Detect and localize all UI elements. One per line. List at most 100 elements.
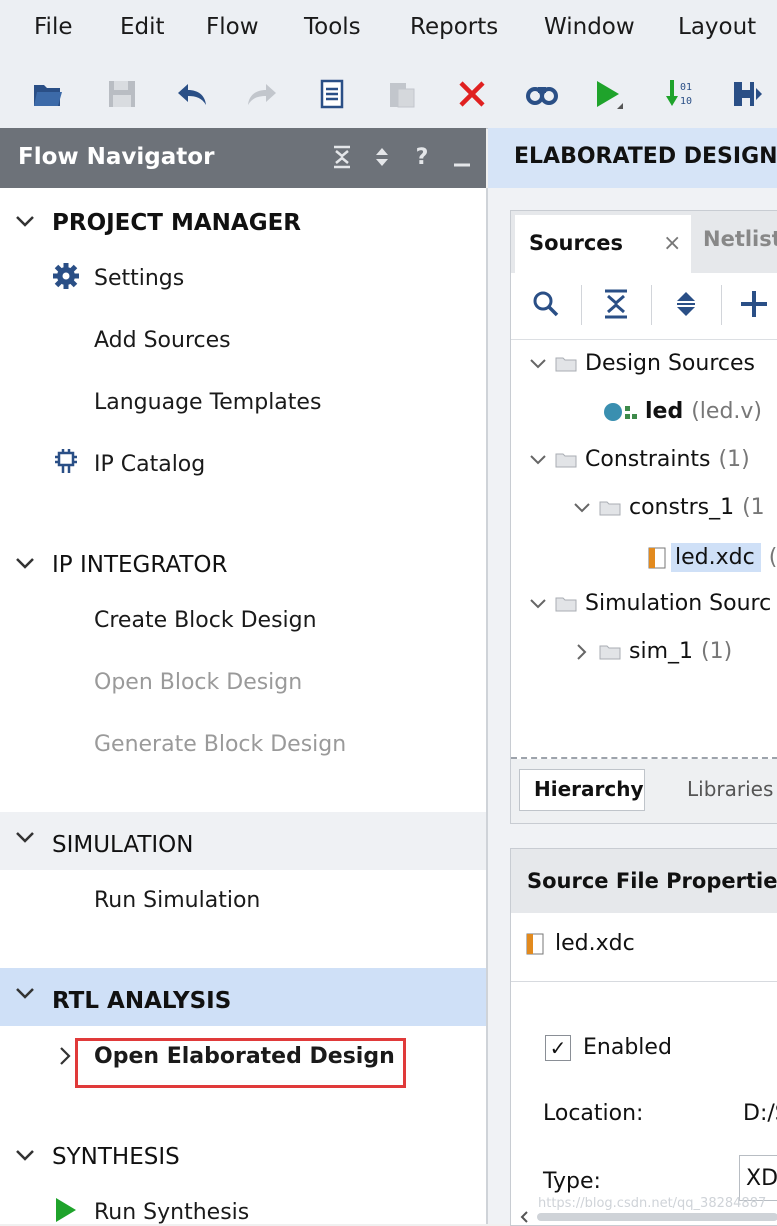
- elaborated-design-area: ELABORATED DESIGN - Sources × Netlist De…: [488, 128, 777, 1226]
- delete-icon[interactable]: [454, 76, 490, 112]
- section-project-manager[interactable]: PROJECT MANAGER: [0, 196, 486, 254]
- nav-generate-block-design[interactable]: Generate Block Design: [94, 732, 346, 757]
- paste-icon[interactable]: [384, 76, 420, 112]
- constraint-file-icon: [648, 547, 666, 568]
- folder-icon: [555, 597, 577, 611]
- tree-label: constrs_1: [629, 495, 735, 520]
- menu-window[interactable]: Window: [544, 14, 635, 40]
- copy-icon[interactable]: [314, 76, 350, 112]
- tree-led-module[interactable]: led (led.v): [603, 399, 762, 424]
- chevron-down-icon[interactable]: [14, 1144, 36, 1166]
- chevron-right-icon[interactable]: [58, 1046, 72, 1066]
- flow-navigator-header: Flow Navigator ?: [0, 128, 486, 188]
- chevron-down-icon[interactable]: [14, 982, 36, 1004]
- add-icon[interactable]: [737, 287, 771, 321]
- properties-title: Source File Properties: [527, 869, 777, 893]
- section-synthesis[interactable]: SYNTHESIS: [0, 1130, 486, 1188]
- ip-catalog-icon: [55, 449, 77, 473]
- watermark: https://blog.csdn.net/qq_38284887: [538, 1196, 767, 1211]
- nav-ip-catalog[interactable]: IP Catalog: [94, 452, 205, 477]
- properties-file: led.xdc: [525, 931, 635, 956]
- properties-header: Source File Properties: [511, 849, 777, 913]
- sort-icon[interactable]: 01 10: [662, 76, 698, 112]
- tree-label: sim_1: [629, 639, 694, 664]
- help-icon[interactable]: ?: [410, 142, 434, 172]
- nav-create-block-design[interactable]: Create Block Design: [94, 608, 317, 633]
- menu-edit[interactable]: Edit: [120, 14, 165, 40]
- collapse-all-icon[interactable]: [599, 287, 633, 321]
- tree-constrs-1[interactable]: constrs_1 (1: [573, 495, 765, 520]
- search-icon[interactable]: [529, 287, 563, 321]
- tree-label: Design Sources: [585, 351, 755, 376]
- section-title: SIMULATION: [52, 832, 194, 858]
- tree-sim-1[interactable]: sim_1 (1): [573, 639, 732, 664]
- tab-sources[interactable]: Sources ×: [515, 215, 691, 273]
- expand-all-icon[interactable]: [669, 287, 703, 321]
- menu-flow[interactable]: Flow: [206, 14, 259, 40]
- find-icon[interactable]: [524, 76, 560, 112]
- expand-all-icon[interactable]: [370, 142, 394, 172]
- menu-layout[interactable]: Layout: [678, 14, 756, 40]
- chevron-down-icon[interactable]: [529, 355, 547, 373]
- type-field[interactable]: XD: [739, 1155, 777, 1201]
- tree-label: led: [645, 399, 684, 424]
- tree-label: Simulation Sourc: [585, 591, 772, 616]
- nav-add-sources[interactable]: Add Sources: [94, 328, 231, 353]
- tab-netlist[interactable]: Netlist: [703, 227, 777, 251]
- folder-icon: [599, 645, 621, 659]
- sources-panel: Sources × Netlist Design Sources led (le…: [510, 210, 777, 824]
- tree-count: (1): [701, 639, 733, 664]
- section-title: SYNTHESIS: [52, 1144, 180, 1170]
- nav-language-templates[interactable]: Language Templates: [94, 390, 321, 415]
- tree-suffix: (: [768, 545, 777, 570]
- highlight-box: [75, 1038, 406, 1088]
- sources-tabs: Sources × Netlist: [511, 211, 777, 273]
- nav-open-block-design[interactable]: Open Block Design: [94, 670, 302, 695]
- redo-icon[interactable]: [244, 76, 280, 112]
- minimize-icon[interactable]: [450, 142, 474, 172]
- tree-count: (1: [742, 495, 765, 520]
- sources-bottom-tabs: Hierarchy Libraries: [511, 759, 777, 823]
- enabled-checkbox[interactable]: ✓: [545, 1035, 571, 1061]
- nav-settings[interactable]: Settings: [94, 266, 184, 291]
- menu-tools[interactable]: Tools: [304, 14, 361, 40]
- tree-constraints[interactable]: Constraints (1): [529, 447, 750, 472]
- horizontal-scrollbar[interactable]: [519, 1209, 777, 1225]
- section-simulation[interactable]: SIMULATION: [0, 812, 486, 870]
- properties-file-name: led.xdc: [555, 931, 635, 956]
- svg-text:10: 10: [680, 96, 692, 107]
- section-ip-integrator[interactable]: IP INTEGRATOR: [0, 538, 486, 596]
- tree-led-xdc[interactable]: led.xdc (: [647, 543, 777, 572]
- nav-run-synthesis[interactable]: Run Synthesis: [94, 1200, 249, 1225]
- close-icon[interactable]: ×: [663, 231, 681, 256]
- collapse-all-icon[interactable]: [330, 142, 354, 172]
- run-icon[interactable]: [590, 76, 626, 112]
- nav-run-simulation[interactable]: Run Simulation: [94, 888, 260, 913]
- section-rtl-analysis[interactable]: RTL ANALYSIS: [0, 968, 486, 1026]
- save-icon[interactable]: [104, 76, 140, 112]
- sources-toolbar: [511, 273, 777, 340]
- enabled-label: Enabled: [583, 1035, 672, 1060]
- save-layout-icon[interactable]: [730, 76, 766, 112]
- open-folder-icon[interactable]: [30, 76, 66, 112]
- chevron-down-icon[interactable]: [14, 552, 36, 574]
- chevron-down-icon[interactable]: [529, 595, 547, 613]
- tree-design-sources[interactable]: Design Sources: [529, 351, 755, 376]
- menu-file[interactable]: File: [34, 14, 73, 40]
- source-file-properties-panel: Source File Properties led.xdc ✓ Enabled…: [510, 848, 777, 1226]
- menu-reports[interactable]: Reports: [410, 14, 498, 40]
- chevron-right-icon[interactable]: [573, 643, 591, 661]
- menu-bar: File Edit Flow Tools Reports Window Layo…: [0, 0, 777, 62]
- chevron-down-icon[interactable]: [573, 499, 591, 517]
- tab-sources-label: Sources: [529, 231, 624, 255]
- chevron-down-icon[interactable]: [529, 451, 547, 469]
- chevron-down-icon[interactable]: [14, 210, 36, 232]
- chevron-down-icon[interactable]: [14, 826, 36, 848]
- tab-hierarchy[interactable]: Hierarchy: [519, 769, 645, 811]
- tree-simulation-sources[interactable]: Simulation Sourc: [529, 591, 771, 616]
- folder-icon: [555, 453, 577, 467]
- type-label: Type:: [543, 1169, 601, 1194]
- tab-libraries[interactable]: Libraries: [687, 777, 773, 801]
- undo-icon[interactable]: [174, 76, 210, 112]
- section-title: IP INTEGRATOR: [52, 552, 228, 578]
